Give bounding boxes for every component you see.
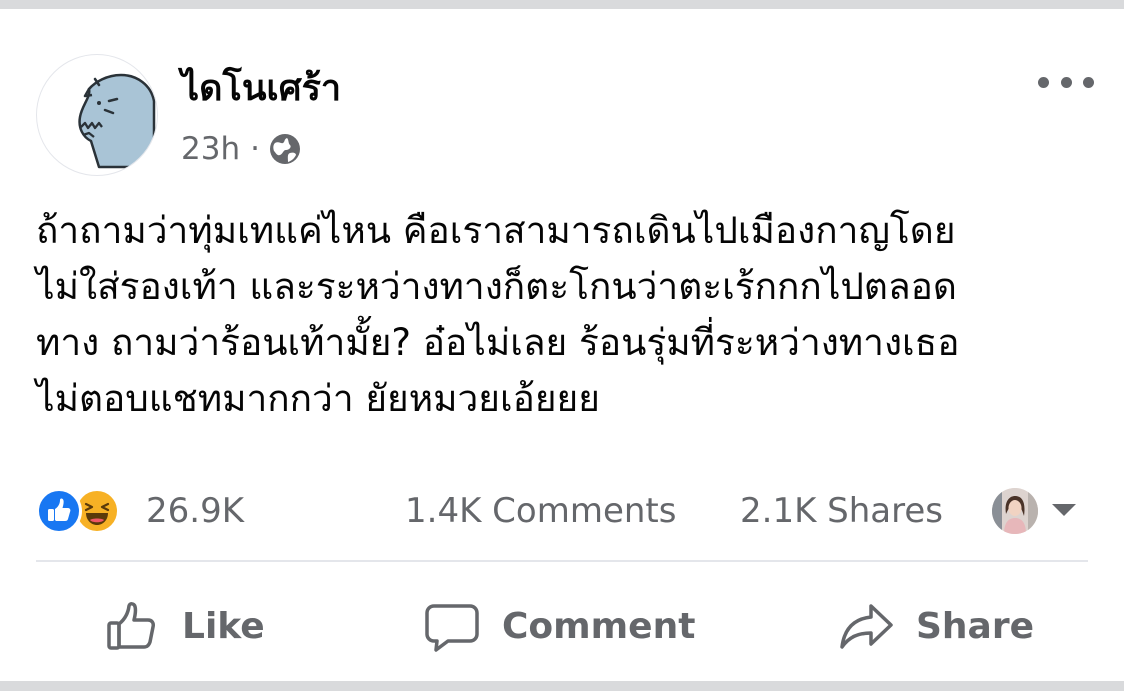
like-button[interactable]: Like [104, 596, 265, 656]
post-stats: 26.9K 1.4K Comments 2.1K Shares [36, 479, 1088, 543]
globe-icon [269, 134, 300, 164]
like-label: Like [182, 605, 265, 647]
share-icon [840, 604, 893, 649]
meta-separator: · [250, 131, 260, 167]
comment-button[interactable]: Comment [424, 596, 695, 656]
dot-icon [1083, 76, 1094, 88]
like-reaction-icon[interactable] [36, 488, 82, 534]
more-options-button[interactable] [1036, 69, 1096, 95]
comment-label: Comment [502, 605, 696, 647]
post-meta: 23h · [181, 129, 302, 169]
post-text: ถ้าถามว่าทุ่มเทแค่ไหน คือเราสามารถเดินไป… [36, 209, 960, 420]
dinosaur-avatar-icon [78, 73, 156, 169]
viewer-avatar[interactable] [992, 488, 1038, 534]
profile-photo-icon [992, 488, 1038, 534]
share-button[interactable]: Share [838, 596, 1034, 656]
dot-icon [1038, 76, 1049, 88]
author-avatar[interactable] [36, 54, 158, 176]
comment-icon [425, 604, 479, 652]
shares-count[interactable]: 2.1K Shares [740, 487, 943, 535]
like-icon [107, 602, 155, 650]
reactions-count[interactable]: 26.9K [146, 487, 244, 535]
laughing-face-icon [84, 502, 110, 525]
share-label: Share [916, 605, 1035, 647]
dot-icon [1060, 76, 1072, 88]
post-card: ไดโนเศร้า 23h · ถ้าถามว่าทุ่มเทแค่ไหน คื… [0, 9, 1124, 681]
thumbs-up-icon [48, 498, 71, 521]
comments-count[interactable]: 1.4K Comments [405, 487, 676, 535]
author-name[interactable]: ไดโนเศร้า [181, 67, 341, 111]
reaction-dropdown-caret-icon[interactable] [1052, 504, 1076, 516]
post-time[interactable]: 23h [181, 131, 240, 167]
actions-divider [36, 560, 1088, 562]
